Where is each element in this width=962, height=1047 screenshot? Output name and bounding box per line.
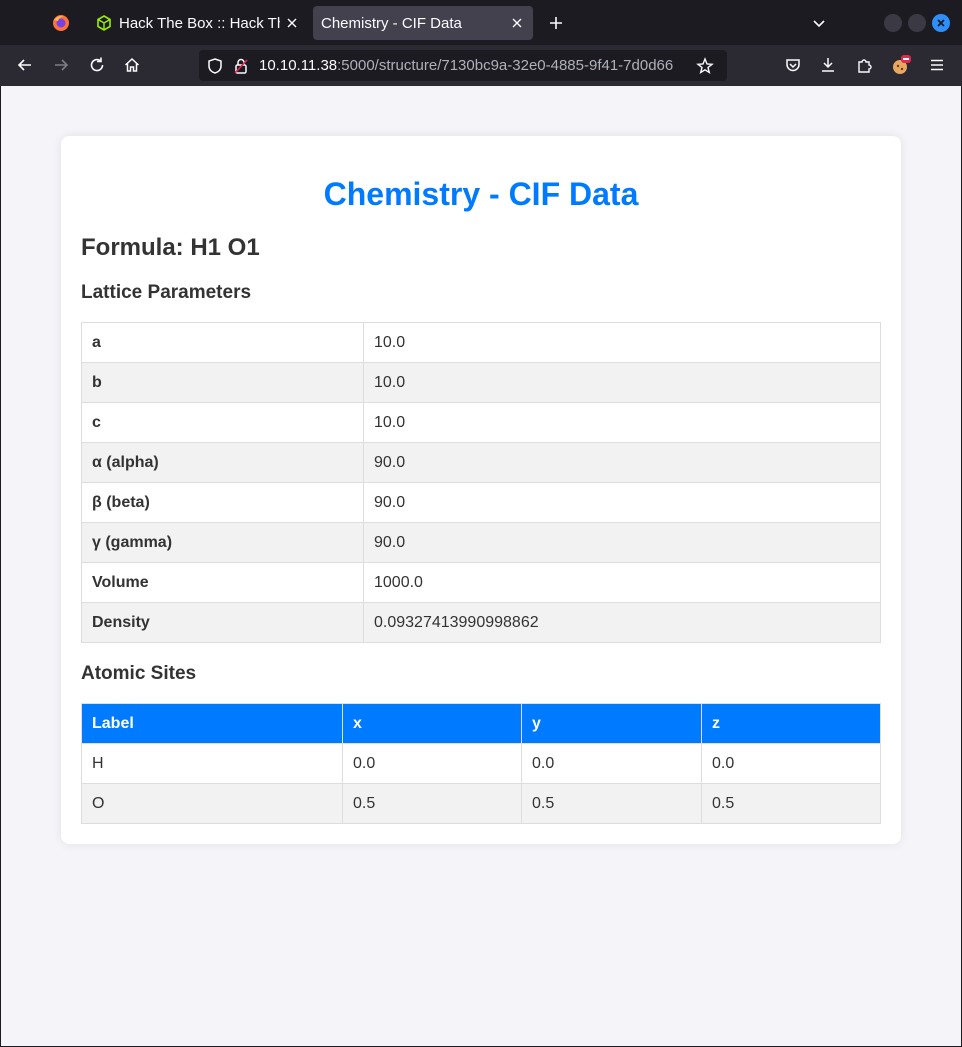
cookie-extension-icon [893, 55, 911, 74]
table-row: O 0.5 0.5 0.5 [81, 783, 881, 824]
site-label: O [81, 783, 343, 824]
downloads-button[interactable] [815, 52, 841, 78]
lattice-parameters-table: a 10.0 b 10.0 c 10.0 α (alpha) 90.0 β (beta)… [81, 322, 881, 643]
close-tab-icon[interactable] [505, 11, 529, 35]
reload-icon [90, 57, 104, 72]
tracking-protection-shield-icon[interactable] [206, 57, 224, 75]
site-y: 0.5 [521, 783, 702, 824]
firefox-view-icon[interactable] [50, 12, 72, 34]
atomic-sites-heading: Atomic Sites [81, 663, 197, 684]
atomic-sites-table: Label x y z H 0.0 0.0 0.0 O 0.5 0.5 0.5 [81, 703, 881, 824]
param-value: 90.0 [363, 522, 881, 563]
page-title: Chemistry - CIF Data [323, 176, 639, 212]
column-header-label: Label [81, 703, 343, 744]
home-button[interactable] [119, 52, 145, 78]
table-header-row: Label x y z [81, 703, 881, 744]
puzzle-piece-icon [858, 59, 872, 73]
table-row: γ (gamma) 90.0 [81, 522, 881, 563]
param-value: 10.0 [363, 402, 881, 443]
url-path: :5000/structure/7130bc9a-32e0-4885-9f41-… [337, 57, 674, 74]
list-all-tabs-button[interactable] [806, 10, 832, 36]
table-row: H 0.0 0.0 0.0 [81, 743, 881, 784]
chevron-down-icon [813, 20, 825, 28]
param-value: 10.0 [363, 322, 881, 363]
param-name: γ (gamma) [81, 522, 364, 563]
param-value: 10.0 [363, 362, 881, 403]
tab-title: Chemistry - CIF Data [321, 14, 462, 32]
param-name: c [81, 402, 364, 443]
close-tab-icon[interactable] [280, 11, 304, 35]
extension-addon-button[interactable] [888, 52, 914, 78]
table-row: Density 0.09327413990998862 [81, 602, 881, 643]
table-row: a 10.0 [81, 322, 881, 363]
param-name: β (beta) [81, 482, 364, 523]
param-name: b [81, 362, 364, 403]
cif-data-card: Chemistry - CIF Data Formula: H1 O1 Latt… [61, 136, 901, 844]
plus-icon [550, 17, 562, 29]
address-bar[interactable]: 10.10.11.38:5000/structure/7130bc9a-32e0… [199, 50, 727, 81]
arrow-left-icon [17, 59, 31, 71]
param-name: Volume [81, 562, 364, 603]
back-button[interactable] [12, 52, 38, 78]
page-viewport: Chemistry - CIF Data Formula: H1 O1 Latt… [1, 86, 961, 1046]
tab-chemistry[interactable]: Chemistry - CIF Data [313, 6, 533, 40]
param-value: 90.0 [363, 442, 881, 483]
param-value: 1000.0 [363, 562, 881, 603]
forward-button[interactable] [48, 52, 74, 78]
lattice-parameters-heading: Lattice Parameters [81, 282, 252, 303]
site-z: 0.5 [701, 783, 881, 824]
site-z: 0.0 [701, 743, 881, 784]
param-name: a [81, 322, 364, 363]
column-header-y: y [521, 703, 702, 744]
param-value: 90.0 [363, 482, 881, 523]
site-label: H [81, 743, 343, 784]
home-icon [124, 57, 140, 72]
column-header-x: x [342, 703, 522, 744]
table-row: α (alpha) 90.0 [81, 442, 881, 483]
reload-button[interactable] [84, 52, 110, 78]
arrow-right-icon [55, 59, 69, 71]
download-icon [822, 58, 834, 72]
hamburger-menu-icon [931, 59, 943, 71]
param-name: Density [81, 602, 364, 643]
table-row: Volume 1000.0 [81, 562, 881, 603]
bookmark-star-icon[interactable] [696, 56, 714, 75]
maximize-window-button[interactable] [908, 14, 926, 32]
url-text[interactable]: 10.10.11.38:5000/structure/7130bc9a-32e0… [259, 57, 691, 74]
site-y: 0.0 [521, 743, 702, 784]
formula-heading: Formula: H1 O1 [81, 234, 260, 261]
new-tab-button[interactable] [543, 10, 569, 36]
table-row: b 10.0 [81, 362, 881, 403]
url-host: 10.10.11.38 [259, 57, 338, 74]
table-row: β (beta) 90.0 [81, 482, 881, 523]
open-menu-button[interactable] [924, 52, 950, 78]
navigation-toolbar: 10.10.11.38:5000/structure/7130bc9a-32e0… [0, 45, 962, 86]
tab-bar: Hack The Box :: Hack The Box Chemistry -… [0, 0, 962, 45]
pocket-icon [786, 59, 800, 72]
site-x: 0.5 [342, 783, 522, 824]
insecure-lock-icon[interactable] [232, 57, 250, 75]
param-value: 0.09327413990998862 [363, 602, 881, 643]
column-header-z: z [701, 703, 881, 744]
extensions-button[interactable] [852, 52, 878, 78]
tab-title: Hack The Box :: Hack The Box [119, 14, 280, 32]
pocket-button[interactable] [780, 52, 806, 78]
table-row: c 10.0 [81, 402, 881, 443]
minimize-window-button[interactable] [884, 14, 902, 32]
param-name: α (alpha) [81, 442, 364, 483]
close-icon [937, 19, 945, 27]
site-x: 0.0 [342, 743, 522, 784]
tab-hackthebox[interactable]: Hack The Box :: Hack The Box [88, 6, 308, 40]
htb-cube-icon [97, 15, 111, 31]
close-window-button[interactable] [932, 14, 950, 32]
